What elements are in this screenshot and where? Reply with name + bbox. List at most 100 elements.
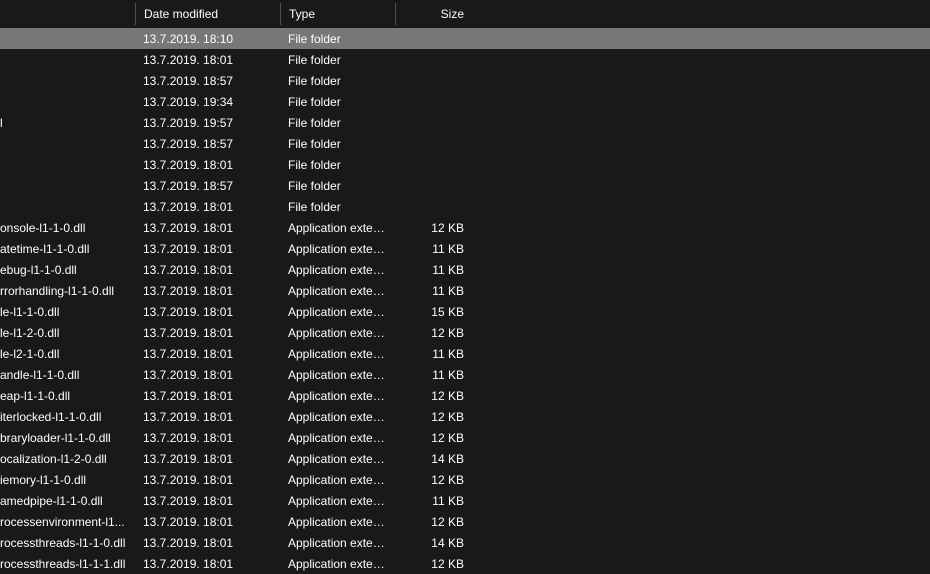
table-row[interactable]: 13.7.2019. 18:01File folder bbox=[0, 49, 930, 70]
file-name: iemory-l1-1-0.dll bbox=[0, 471, 135, 489]
table-row[interactable]: iemory-l1-1-0.dll13.7.2019. 18:01Applica… bbox=[0, 469, 930, 490]
file-size: 11 KB bbox=[395, 240, 472, 258]
file-date: 13.7.2019. 18:01 bbox=[135, 450, 280, 468]
file-type: Application exten... bbox=[280, 387, 395, 405]
column-header-size[interactable]: Size bbox=[395, 3, 472, 25]
file-type: Application exten... bbox=[280, 240, 395, 258]
file-date: 13.7.2019. 18:57 bbox=[135, 177, 280, 195]
file-name: andle-l1-1-0.dll bbox=[0, 366, 135, 384]
table-row[interactable]: rocessthreads-l1-1-1.dll13.7.2019. 18:01… bbox=[0, 553, 930, 574]
file-size: 12 KB bbox=[395, 219, 472, 237]
file-name: rocessthreads-l1-1-0.dll bbox=[0, 534, 135, 552]
file-type: File folder bbox=[280, 93, 395, 111]
file-name: ocalization-l1-2-0.dll bbox=[0, 450, 135, 468]
column-header-date[interactable]: Date modified bbox=[135, 3, 280, 25]
table-row[interactable]: 13.7.2019. 18:57File folder bbox=[0, 133, 930, 154]
file-type: File folder bbox=[280, 51, 395, 69]
file-size: 15 KB bbox=[395, 303, 472, 321]
table-row[interactable]: ocalization-l1-2-0.dll13.7.2019. 18:01Ap… bbox=[0, 448, 930, 469]
table-row[interactable]: 13.7.2019. 18:01File folder bbox=[0, 154, 930, 175]
file-date: 13.7.2019. 19:57 bbox=[135, 114, 280, 132]
table-row[interactable]: rocessenvironment-l1...13.7.2019. 18:01A… bbox=[0, 511, 930, 532]
table-row[interactable]: iterlocked-l1-1-0.dll13.7.2019. 18:01App… bbox=[0, 406, 930, 427]
table-row[interactable]: onsole-l1-1-0.dll13.7.2019. 18:01Applica… bbox=[0, 217, 930, 238]
file-name: amedpipe-l1-1-0.dll bbox=[0, 492, 135, 510]
file-name: rrorhandling-l1-1-0.dll bbox=[0, 282, 135, 300]
file-size: 11 KB bbox=[395, 261, 472, 279]
table-row[interactable]: l13.7.2019. 19:57File folder bbox=[0, 112, 930, 133]
file-name: eap-l1-1-0.dll bbox=[0, 387, 135, 405]
table-row[interactable]: 13.7.2019. 18:10File folder bbox=[0, 28, 930, 49]
file-name: braryloader-l1-1-0.dll bbox=[0, 429, 135, 447]
file-date: 13.7.2019. 18:57 bbox=[135, 135, 280, 153]
file-date: 13.7.2019. 18:01 bbox=[135, 198, 280, 216]
table-row[interactable]: 13.7.2019. 19:34File folder bbox=[0, 91, 930, 112]
file-type: File folder bbox=[280, 72, 395, 90]
column-header-type[interactable]: Type bbox=[280, 3, 395, 25]
file-date: 13.7.2019. 18:01 bbox=[135, 471, 280, 489]
file-size bbox=[395, 37, 472, 41]
file-name bbox=[0, 100, 135, 104]
file-size: 12 KB bbox=[395, 324, 472, 342]
file-size: 12 KB bbox=[395, 408, 472, 426]
column-header-row: Date modified Type Size bbox=[0, 0, 930, 28]
file-name bbox=[0, 163, 135, 167]
rows-container: 13.7.2019. 18:10File folder13.7.2019. 18… bbox=[0, 28, 930, 574]
file-type: Application exten... bbox=[280, 345, 395, 363]
table-row[interactable]: braryloader-l1-1-0.dll13.7.2019. 18:01Ap… bbox=[0, 427, 930, 448]
table-row[interactable]: 13.7.2019. 18:57File folder bbox=[0, 70, 930, 91]
file-date: 13.7.2019. 18:01 bbox=[135, 324, 280, 342]
file-size: 11 KB bbox=[395, 345, 472, 363]
file-name: onsole-l1-1-0.dll bbox=[0, 219, 135, 237]
file-name bbox=[0, 37, 135, 41]
file-date: 13.7.2019. 18:01 bbox=[135, 282, 280, 300]
file-type: Application exten... bbox=[280, 324, 395, 342]
file-type: File folder bbox=[280, 177, 395, 195]
table-row[interactable]: rocessthreads-l1-1-0.dll13.7.2019. 18:01… bbox=[0, 532, 930, 553]
file-size: 11 KB bbox=[395, 282, 472, 300]
file-size: 14 KB bbox=[395, 450, 472, 468]
file-size bbox=[395, 58, 472, 62]
file-type: Application exten... bbox=[280, 219, 395, 237]
file-type: Application exten... bbox=[280, 261, 395, 279]
file-date: 13.7.2019. 18:01 bbox=[135, 387, 280, 405]
file-date: 13.7.2019. 18:01 bbox=[135, 429, 280, 447]
table-row[interactable]: le-l2-1-0.dll13.7.2019. 18:01Application… bbox=[0, 343, 930, 364]
table-row[interactable]: le-l1-2-0.dll13.7.2019. 18:01Application… bbox=[0, 322, 930, 343]
column-header-name[interactable] bbox=[0, 10, 135, 18]
file-name: atetime-l1-1-0.dll bbox=[0, 240, 135, 258]
file-type: Application exten... bbox=[280, 513, 395, 531]
table-row[interactable]: eap-l1-1-0.dll13.7.2019. 18:01Applicatio… bbox=[0, 385, 930, 406]
file-date: 13.7.2019. 18:01 bbox=[135, 261, 280, 279]
table-row[interactable]: rrorhandling-l1-1-0.dll13.7.2019. 18:01A… bbox=[0, 280, 930, 301]
file-type: File folder bbox=[280, 114, 395, 132]
table-row[interactable]: andle-l1-1-0.dll13.7.2019. 18:01Applicat… bbox=[0, 364, 930, 385]
table-row[interactable]: 13.7.2019. 18:01File folder bbox=[0, 196, 930, 217]
file-type: Application exten... bbox=[280, 534, 395, 552]
file-date: 13.7.2019. 18:57 bbox=[135, 72, 280, 90]
file-type: Application exten... bbox=[280, 366, 395, 384]
file-size: 11 KB bbox=[395, 492, 472, 510]
file-size: 12 KB bbox=[395, 387, 472, 405]
file-size: 12 KB bbox=[395, 471, 472, 489]
file-date: 13.7.2019. 18:01 bbox=[135, 345, 280, 363]
file-date: 13.7.2019. 18:10 bbox=[135, 30, 280, 48]
file-name bbox=[0, 205, 135, 209]
table-row[interactable]: amedpipe-l1-1-0.dll13.7.2019. 18:01Appli… bbox=[0, 490, 930, 511]
file-type: File folder bbox=[280, 156, 395, 174]
table-row[interactable]: 13.7.2019. 18:57File folder bbox=[0, 175, 930, 196]
file-name bbox=[0, 58, 135, 62]
table-row[interactable]: atetime-l1-1-0.dll13.7.2019. 18:01Applic… bbox=[0, 238, 930, 259]
table-row[interactable]: le-l1-1-0.dll13.7.2019. 18:01Application… bbox=[0, 301, 930, 322]
file-type: Application exten... bbox=[280, 492, 395, 510]
file-name bbox=[0, 142, 135, 146]
file-date: 13.7.2019. 18:01 bbox=[135, 534, 280, 552]
file-size bbox=[395, 163, 472, 167]
file-date: 13.7.2019. 18:01 bbox=[135, 408, 280, 426]
file-date: 13.7.2019. 18:01 bbox=[135, 366, 280, 384]
file-name: l bbox=[0, 114, 135, 132]
file-size bbox=[395, 142, 472, 146]
file-date: 13.7.2019. 19:34 bbox=[135, 93, 280, 111]
table-row[interactable]: ebug-l1-1-0.dll13.7.2019. 18:01Applicati… bbox=[0, 259, 930, 280]
file-size: 12 KB bbox=[395, 513, 472, 531]
